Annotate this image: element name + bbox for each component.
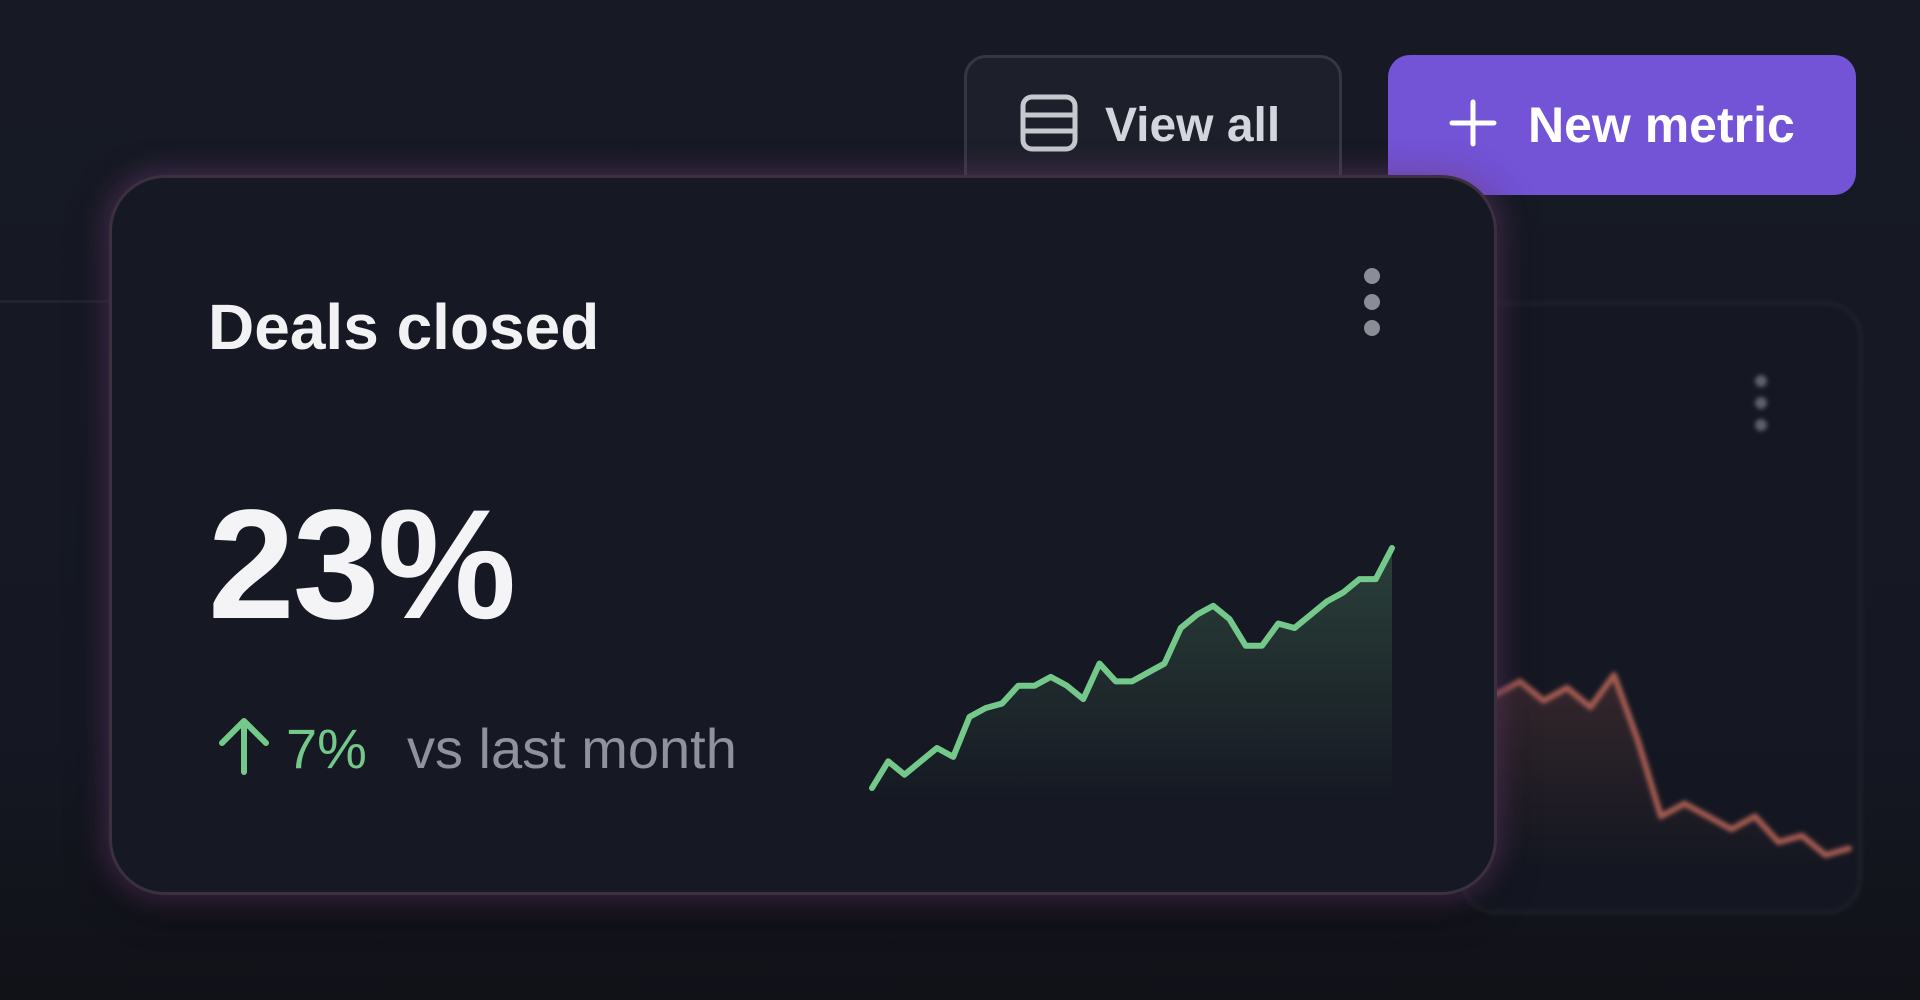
sparkline-chart (869, 545, 1395, 798)
metric-delta: 7% vs last month (216, 716, 737, 781)
metric-value: 23% (208, 478, 516, 652)
view-all-label: View all (1105, 98, 1281, 152)
more-vertical-icon[interactable] (1364, 268, 1380, 336)
card-title: Deals closed (208, 291, 600, 363)
view-all-button[interactable]: View all (964, 55, 1342, 195)
sparkline-chart-background (1470, 672, 1852, 865)
header-divider (0, 300, 110, 303)
arrow-up-icon (216, 716, 272, 781)
metric-card-deals-closed: Deals closed 23% 7% vs last month (109, 175, 1497, 895)
toolbar: View all New metric (964, 55, 1856, 195)
delta-value: 7% (286, 717, 367, 780)
metric-card-background (1460, 302, 1862, 914)
table-icon (1019, 93, 1079, 158)
new-metric-button[interactable]: New metric (1388, 55, 1856, 195)
sparkline-area (872, 548, 1392, 798)
more-vertical-icon (1755, 375, 1767, 431)
new-metric-label: New metric (1528, 97, 1795, 153)
plus-icon (1448, 98, 1498, 153)
delta-comparison: vs last month (406, 717, 737, 780)
